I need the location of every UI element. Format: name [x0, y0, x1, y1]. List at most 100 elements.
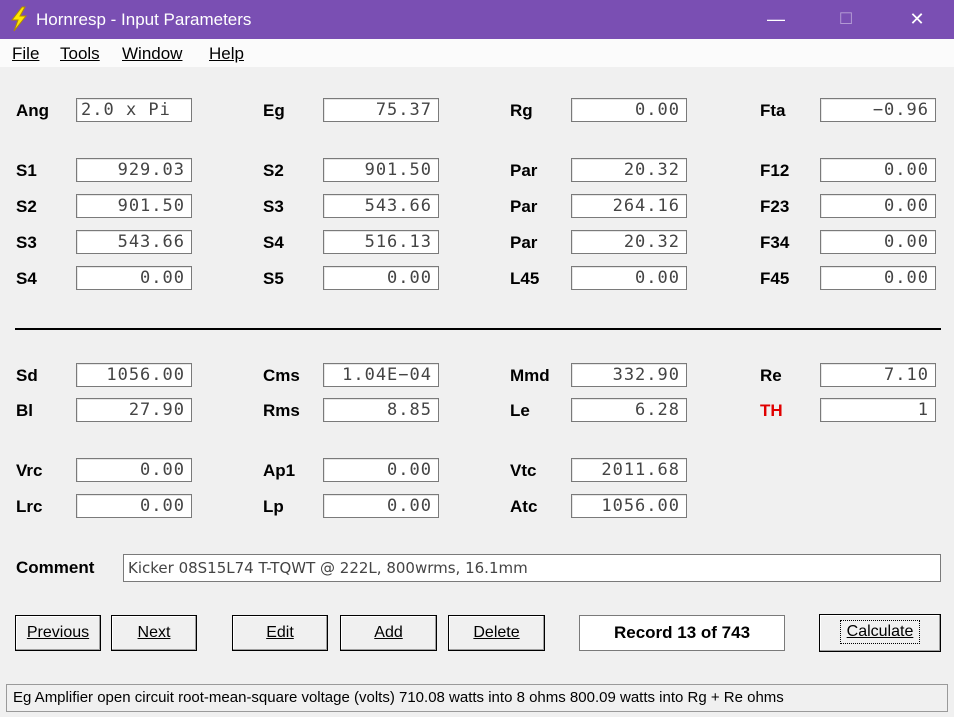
param-field-f34[interactable]: 0.00	[820, 230, 936, 254]
param-field-s3[interactable]: 543.66	[76, 230, 192, 254]
menu-bar: File Tools Window Help	[0, 39, 954, 67]
param-label-cms: Cms	[263, 366, 300, 385]
param-field-s4[interactable]: 516.13	[323, 230, 439, 254]
edit-button[interactable]: Edit	[232, 615, 328, 651]
param-field-l45[interactable]: 0.00	[571, 266, 687, 290]
record-indicator: Record 13 of 743	[579, 615, 785, 651]
param-label-sd: Sd	[16, 366, 38, 385]
param-label-mmd: Mmd	[510, 366, 550, 385]
param-label-s5: S5	[263, 269, 284, 288]
param-label-vtc: Vtc	[510, 461, 537, 480]
param-label-f45: F45	[760, 269, 790, 288]
param-label-s2: S2	[16, 197, 37, 216]
param-field-rms[interactable]: 8.85	[323, 398, 439, 422]
next-button[interactable]: Next	[111, 615, 197, 651]
menu-window-label: Window	[122, 44, 183, 63]
lightning-bolt-icon	[10, 6, 28, 32]
param-field-s5[interactable]: 0.00	[323, 266, 439, 290]
param-label-s2: S2	[263, 161, 284, 180]
comment-label: Comment	[16, 558, 95, 577]
comment-field[interactable]: Kicker 08S15L74 T-TQWT @ 222L, 800wrms, …	[123, 554, 941, 582]
param-field-th[interactable]: 1	[820, 398, 936, 422]
param-field-f12[interactable]: 0.00	[820, 158, 936, 182]
param-label-f34: F34	[760, 233, 790, 252]
param-field-s4[interactable]: 0.00	[76, 266, 192, 290]
param-field-vtc[interactable]: 2011.68	[571, 458, 687, 482]
param-field-s1[interactable]: 929.03	[76, 158, 192, 182]
delete-button[interactable]: Delete	[448, 615, 545, 651]
param-field-cms[interactable]: 1.04E−04	[323, 363, 439, 387]
param-label-th: TH	[760, 401, 783, 420]
param-label-lp: Lp	[263, 497, 284, 516]
calculate-button[interactable]: Calculate	[819, 614, 941, 652]
param-field-ang[interactable]: 2.0 x Pi	[76, 98, 192, 122]
param-label-fta: Fta	[760, 101, 786, 120]
menu-tools[interactable]: Tools	[60, 44, 100, 64]
menu-file-label: File	[12, 44, 40, 63]
param-field-s3[interactable]: 543.66	[323, 194, 439, 218]
param-field-fta[interactable]: −0.96	[820, 98, 936, 122]
next-button-label: Next	[137, 624, 171, 641]
param-field-par[interactable]: 264.16	[571, 194, 687, 218]
param-label-re: Re	[760, 366, 782, 385]
param-label-f12: F12	[760, 161, 790, 180]
param-label-f23: F23	[760, 197, 790, 216]
param-field-f45[interactable]: 0.00	[820, 266, 936, 290]
calculate-button-label: Calculate	[839, 620, 921, 644]
param-field-par[interactable]: 20.32	[571, 230, 687, 254]
status-bar: Eg Amplifier open circuit root-mean-squa…	[6, 684, 948, 712]
param-field-vrc[interactable]: 0.00	[76, 458, 192, 482]
param-field-s2[interactable]: 901.50	[323, 158, 439, 182]
title-bar: Hornresp - Input Parameters — ☐ ✕	[0, 0, 954, 39]
param-label-s3: S3	[16, 233, 37, 252]
menu-help-label: Help	[209, 44, 244, 63]
param-field-lrc[interactable]: 0.00	[76, 494, 192, 518]
param-field-sd[interactable]: 1056.00	[76, 363, 192, 387]
menu-file[interactable]: File	[12, 44, 39, 64]
previous-button-label: Previous	[26, 624, 90, 641]
param-label-par: Par	[510, 197, 538, 216]
param-label-rg: Rg	[510, 101, 533, 120]
param-label-le: Le	[510, 401, 530, 420]
param-field-bl[interactable]: 27.90	[76, 398, 192, 422]
param-label-s4: S4	[16, 269, 37, 288]
param-label-rms: Rms	[263, 401, 300, 420]
param-field-par[interactable]: 20.32	[571, 158, 687, 182]
param-field-rg[interactable]: 0.00	[571, 98, 687, 122]
param-label-ap1: Ap1	[263, 461, 296, 480]
add-button-label: Add	[374, 624, 403, 641]
param-label-ang: Ang	[16, 101, 50, 120]
param-field-f23[interactable]: 0.00	[820, 194, 936, 218]
param-label-s1: S1	[16, 161, 37, 180]
param-field-atc[interactable]: 1056.00	[571, 494, 687, 518]
menu-window[interactable]: Window	[122, 44, 182, 64]
param-label-vrc: Vrc	[16, 461, 43, 480]
param-field-eg[interactable]: 75.37	[323, 98, 439, 122]
minimize-button[interactable]: —	[753, 0, 799, 39]
delete-button-label: Delete	[473, 624, 520, 641]
previous-button[interactable]: Previous	[15, 615, 101, 651]
maximize-button[interactable]: ☐	[823, 0, 869, 39]
window-title: Hornresp - Input Parameters	[36, 10, 252, 29]
menu-tools-label: Tools	[60, 44, 100, 63]
param-label-s3: S3	[263, 197, 284, 216]
edit-button-label: Edit	[266, 624, 294, 641]
param-field-mmd[interactable]: 332.90	[571, 363, 687, 387]
param-field-re[interactable]: 7.10	[820, 363, 936, 387]
close-button[interactable]: ✕	[894, 0, 940, 39]
param-field-ap1[interactable]: 0.00	[323, 458, 439, 482]
param-field-le[interactable]: 6.28	[571, 398, 687, 422]
param-label-eg: Eg	[263, 101, 285, 120]
menu-help[interactable]: Help	[209, 44, 244, 64]
param-label-atc: Atc	[510, 497, 538, 516]
param-label-lrc: Lrc	[16, 497, 43, 516]
param-label-par: Par	[510, 233, 538, 252]
section-divider	[15, 328, 941, 330]
add-button[interactable]: Add	[340, 615, 437, 651]
param-label-par: Par	[510, 161, 538, 180]
param-field-lp[interactable]: 0.00	[323, 494, 439, 518]
param-field-s2[interactable]: 901.50	[76, 194, 192, 218]
param-label-l45: L45	[510, 269, 540, 288]
param-label-s4: S4	[263, 233, 284, 252]
param-label-bl: Bl	[16, 401, 33, 420]
